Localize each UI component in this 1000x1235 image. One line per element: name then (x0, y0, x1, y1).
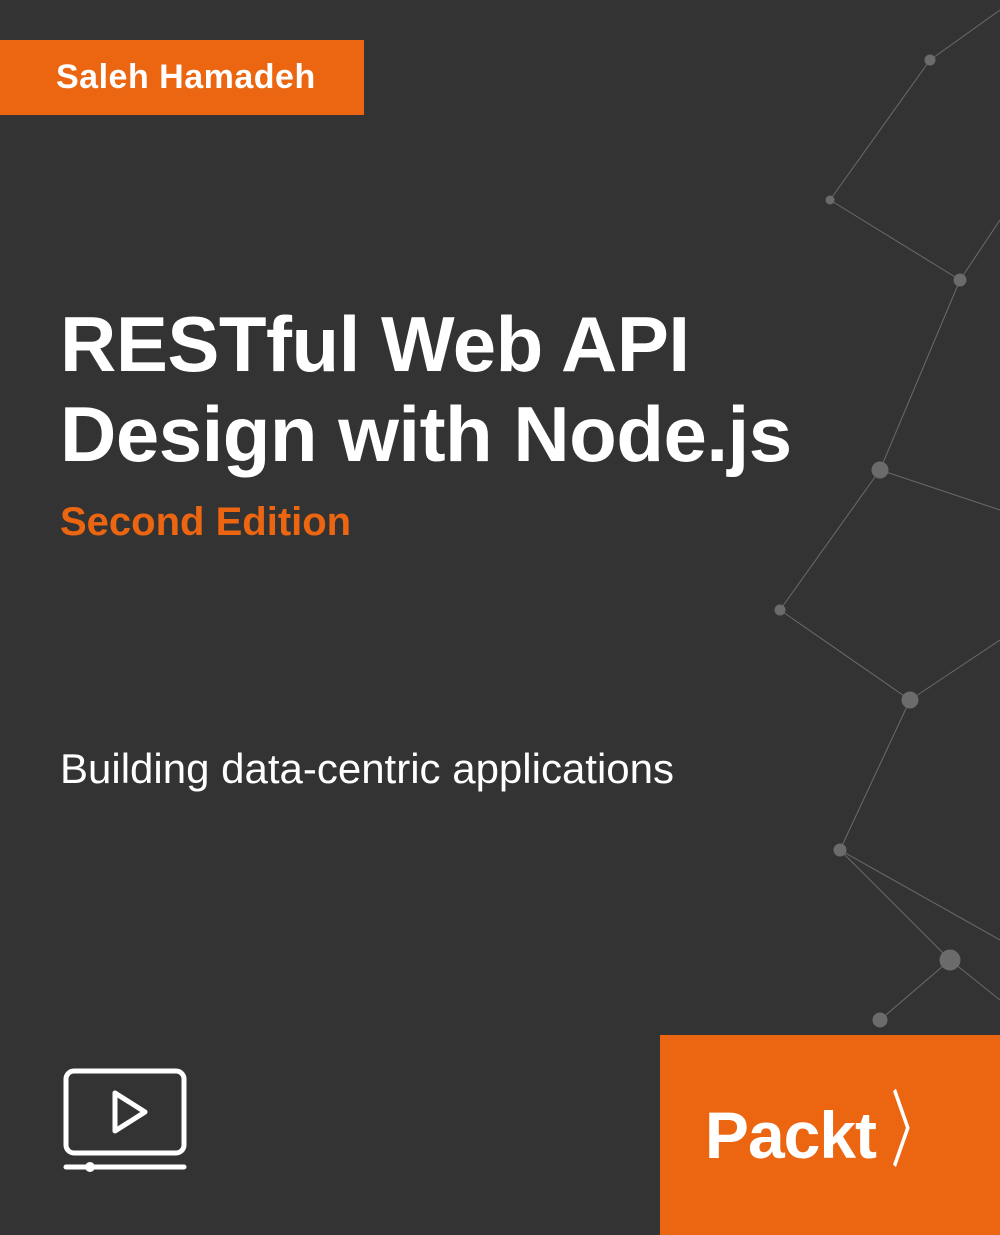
book-title: RESTful Web API Design with Node.js (60, 300, 792, 479)
title-line-2: Design with Node.js (60, 390, 792, 480)
publisher-name: Packt (705, 1097, 876, 1173)
author-name: Saleh Hamadeh (56, 58, 316, 96)
chevron-right-icon: 〉 (891, 1110, 937, 1152)
author-badge: Saleh Hamadeh (0, 40, 364, 115)
video-icon (60, 1065, 190, 1180)
publisher-logo: Packt 〉 (705, 1097, 955, 1173)
publisher-badge: Packt 〉 (660, 1035, 1000, 1235)
title-line-1: RESTful Web API (60, 300, 792, 390)
subtitle: Building data-centric applications (60, 745, 674, 793)
edition-label: Second Edition (60, 500, 351, 545)
